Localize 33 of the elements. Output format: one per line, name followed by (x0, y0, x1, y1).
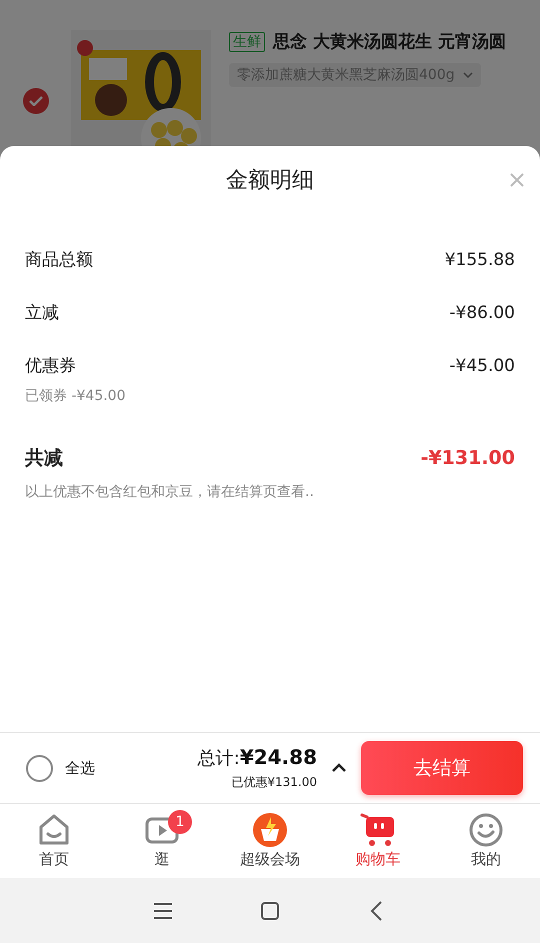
coupon-note: 已领券 -¥45.00 (25, 387, 126, 405)
row-label: 立减 (25, 302, 59, 324)
tab[interactable]: 逛 1 (108, 804, 216, 879)
lightning-basket-icon (252, 812, 288, 848)
row-amount: -¥86.00 (449, 302, 515, 322)
checkout-button[interactable]: 去结算 (361, 741, 523, 795)
row-label: 商品总额 (25, 249, 93, 271)
smiley-icon (468, 812, 504, 848)
total-label: 总计: (198, 747, 240, 770)
sheet-title: 金额明细 (226, 167, 314, 195)
item-checkbox[interactable] (23, 88, 49, 114)
chevron-icon (462, 72, 473, 78)
count-badge: 1 (168, 810, 192, 834)
cart-icon (360, 812, 396, 848)
product-title[interactable]: 思念 大黄米汤圆花生 元宵汤圆 (273, 30, 506, 53)
tab[interactable]: 超级会场 (216, 804, 324, 879)
row-amount: -¥45.00 (449, 356, 515, 376)
row-label: 优惠券 (25, 355, 76, 377)
discount-note: 以上优惠不包含红包和京豆，请在结算页查看.. (25, 483, 315, 501)
select-all-label[interactable]: 全选 (65, 758, 95, 778)
fresh-tag: 生鲜 (229, 32, 265, 52)
saved-amount: 已优惠¥131.00 (231, 774, 317, 791)
tab[interactable]: 我的 (432, 804, 540, 879)
total-price: ¥24.88 (240, 745, 317, 769)
home-square-icon[interactable] (258, 900, 281, 922)
caret-icon[interactable] (331, 763, 347, 773)
total-amount: -¥131.00 (420, 447, 515, 469)
row-amount: ¥155.88 (444, 250, 515, 270)
tab[interactable]: 购物车 (324, 804, 432, 879)
check-icon (29, 96, 43, 106)
select-all-radio[interactable] (26, 754, 53, 782)
total-label: 共减 (25, 446, 63, 471)
tab[interactable]: 首页 (0, 804, 108, 879)
